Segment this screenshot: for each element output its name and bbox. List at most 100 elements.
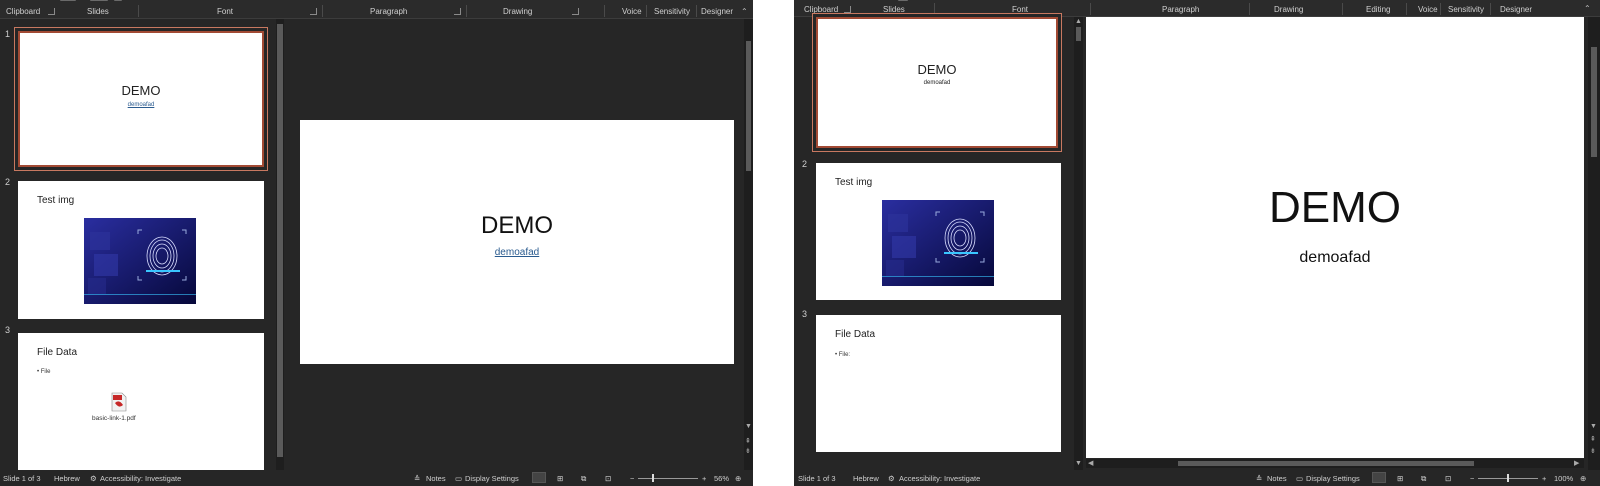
thumb-number: 1	[5, 29, 11, 39]
ribbon-group-sensitivity: Sensitivity	[654, 7, 691, 16]
ribbon-group-voice: Voice	[622, 7, 642, 16]
drawing-launcher-icon[interactable]	[572, 8, 579, 15]
left-powerpoint-window: Clipboard Slides Font Paragraph Drawing …	[0, 0, 753, 486]
clipboard-launcher-icon[interactable]	[48, 8, 55, 15]
ribbon-overflow-stub	[898, 0, 908, 1]
ribbon-divider	[1440, 3, 1441, 15]
thumb-number: 3	[5, 325, 11, 335]
accessibility-icon[interactable]: ⚙	[90, 474, 97, 483]
notes-icon[interactable]: ≙	[414, 474, 420, 483]
display-settings-icon[interactable]: ▭	[1296, 474, 1303, 483]
previous-slide-icon[interactable]: ⇞	[1590, 435, 1596, 443]
thumbnail-scrollbar[interactable]: ▲ ▼	[1074, 17, 1083, 470]
thumbnail-scrollbar-thumb[interactable]	[1076, 27, 1081, 41]
next-slide-icon[interactable]: ⇟	[745, 447, 751, 455]
slide-thumbnail-2[interactable]: Test img	[18, 181, 264, 319]
slide-counter: Slide 1 of 3	[798, 474, 836, 483]
normal-view-icon[interactable]	[1372, 472, 1386, 483]
thumb-number: 3	[802, 309, 808, 319]
paragraph-launcher-icon[interactable]	[454, 8, 461, 15]
ribbon-overflow-stub	[90, 0, 108, 1]
slide-thumbnail-3[interactable]: File Data • File basic-link-1.pdf	[18, 333, 264, 471]
zoom-out-icon[interactable]: −	[630, 474, 634, 483]
current-slide[interactable]: DEMO demoafad	[1086, 17, 1584, 458]
slide-thumbnail-1[interactable]: DEMO demoafad	[14, 27, 268, 171]
slide-thumbnail-1[interactable]: DEMO demoafad	[812, 13, 1062, 152]
ribbon-group-voice: Voice	[1418, 5, 1438, 14]
display-settings-icon[interactable]: ▭	[455, 474, 462, 483]
fit-slide-icon[interactable]: ⊕	[1580, 474, 1586, 483]
thumbnail-scrollbar-thumb[interactable]	[277, 24, 283, 457]
accessibility-status[interactable]: Accessibility: Investigate	[899, 474, 980, 483]
slide-vertical-scrollbar[interactable]: ▼ ⇞ ⇟	[1588, 17, 1600, 470]
horizontal-scrollbar-thumb[interactable]	[1178, 461, 1474, 466]
scroll-down-arrow-icon[interactable]: ▼	[1075, 460, 1082, 467]
clipboard-launcher-icon[interactable]	[844, 6, 851, 13]
slide-sorter-icon[interactable]: ⊞	[1397, 474, 1403, 483]
slide-subtitle[interactable]: demoafad	[300, 247, 734, 258]
slideshow-icon[interactable]: ⊡	[605, 474, 611, 483]
ribbon-overflow-stub	[60, 0, 76, 1]
ribbon-group-sensitivity: Sensitivity	[1448, 5, 1485, 14]
ribbon-divider	[1490, 3, 1491, 15]
display-settings-button[interactable]: Display Settings	[1306, 474, 1360, 483]
thumb-number: 2	[802, 159, 808, 169]
font-launcher-icon[interactable]	[310, 8, 317, 15]
display-settings-button[interactable]: Display Settings	[465, 474, 519, 483]
fit-slide-icon[interactable]: ⊕	[735, 474, 741, 483]
next-slide-icon[interactable]: ⇟	[1590, 447, 1596, 455]
language-indicator[interactable]: Hebrew	[54, 474, 80, 483]
accessibility-icon[interactable]: ⚙	[888, 474, 895, 483]
zoom-out-icon[interactable]: −	[1470, 474, 1474, 483]
zoom-slider-knob[interactable]	[1507, 474, 1509, 482]
scroll-down-arrow-icon[interactable]: ▼	[745, 423, 752, 430]
thumb-subtitle: demoafad	[923, 80, 951, 86]
current-slide[interactable]: DEMO demoafad	[300, 120, 734, 364]
reading-view-icon[interactable]: ⧉	[581, 474, 586, 484]
notes-icon[interactable]: ≙	[1256, 474, 1262, 483]
slide-sorter-icon[interactable]: ⊞	[557, 474, 563, 483]
slide-vertical-scrollbar[interactable]: ▼ ⇞ ⇟	[744, 19, 753, 470]
fingerprint-scan-icon	[882, 200, 994, 286]
slide-scrollbar-thumb[interactable]	[1591, 47, 1597, 157]
zoom-in-icon[interactable]: +	[1542, 474, 1546, 483]
scroll-up-arrow-icon[interactable]: ▲	[1075, 18, 1082, 25]
slide-thumbnail-3[interactable]: File Data • File:	[816, 315, 1061, 452]
ribbon-group-labels: Clipboard Slides Font Paragraph Drawing …	[0, 0, 753, 19]
slideshow-icon[interactable]: ⊡	[1445, 474, 1451, 483]
thumb-title: Test img	[835, 177, 873, 188]
reading-view-icon[interactable]: ⧉	[1421, 474, 1426, 484]
scroll-left-arrow-icon[interactable]: ◀	[1088, 459, 1093, 467]
zoom-level[interactable]: 56%	[714, 474, 729, 483]
attachment-filename: basic-link-1.pdf	[92, 415, 136, 422]
notes-button[interactable]: Notes	[1267, 474, 1287, 483]
normal-view-icon[interactable]	[532, 472, 546, 483]
status-bar: Slide 1 of 3 Hebrew ⚙ Accessibility: Inv…	[0, 470, 753, 486]
scroll-down-arrow-icon[interactable]: ▼	[1590, 423, 1597, 430]
slide-title[interactable]: DEMO	[1086, 183, 1584, 233]
slide-editing-area: DEMO demoafad ◀ ▶	[1084, 17, 1586, 470]
ribbon-divider	[1249, 3, 1250, 15]
language-indicator[interactable]: Hebrew	[853, 474, 879, 483]
previous-slide-icon[interactable]: ⇞	[745, 437, 751, 445]
slide-thumbnail-pane: 1 DEMO demoafad 2 Test img 3 File Data •…	[0, 19, 284, 471]
collapse-ribbon-chevron-up-icon[interactable]: ⌃	[741, 7, 748, 16]
ribbon-group-editing: Editing	[1366, 5, 1391, 14]
notes-button[interactable]: Notes	[426, 474, 446, 483]
zoom-slider-knob[interactable]	[652, 474, 654, 482]
zoom-in-icon[interactable]: +	[702, 474, 706, 483]
thumb-title: Test img	[37, 195, 75, 206]
zoom-slider[interactable]	[638, 478, 698, 479]
slide-title[interactable]: DEMO	[300, 212, 734, 240]
ribbon-divider	[604, 5, 605, 17]
collapse-ribbon-chevron-up-icon[interactable]: ⌃	[1584, 4, 1591, 13]
zoom-level[interactable]: 100%	[1554, 474, 1573, 483]
thumb-title: DEMO	[121, 83, 161, 98]
slide-subtitle[interactable]: demoafad	[1086, 249, 1584, 267]
accessibility-status[interactable]: Accessibility: Investigate	[100, 474, 181, 483]
thumbnail-scrollbar[interactable]	[276, 19, 284, 470]
scroll-right-arrow-icon[interactable]: ▶	[1574, 459, 1579, 467]
slide-scrollbar-thumb[interactable]	[746, 41, 751, 171]
slide-horizontal-scrollbar[interactable]: ◀ ▶	[1086, 459, 1584, 468]
slide-thumbnail-2[interactable]: Test img	[816, 163, 1061, 300]
